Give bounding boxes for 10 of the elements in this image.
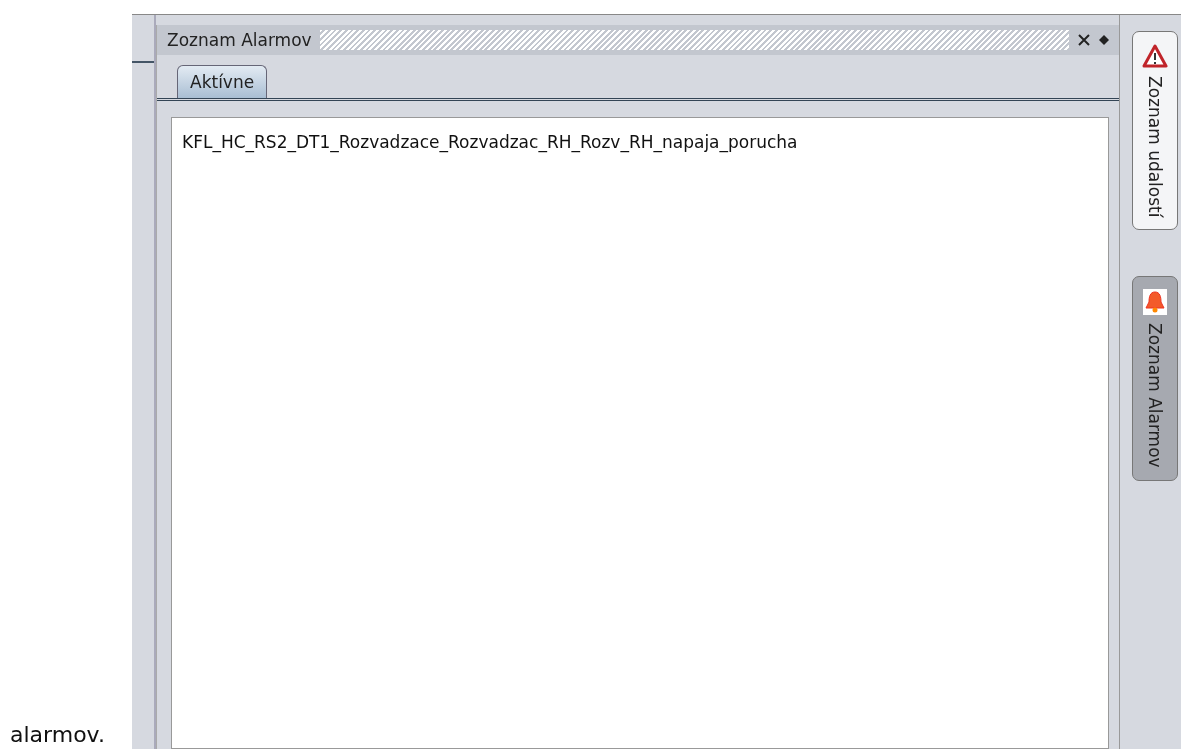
diamond-icon[interactable] [1099, 35, 1109, 45]
close-icon[interactable] [1077, 33, 1091, 47]
side-tab[interactable]: Zoznam Alarmov [1132, 276, 1178, 482]
panel-title: Zoznam Alarmov [167, 30, 312, 50]
tab[interactable]: Aktívne [177, 65, 268, 98]
alarm-item[interactable]: KFL_HC_RS2_DT1_Rozvadzace_Rozvadzac_RH_Rozv_RH_napaja_porucha [182, 128, 1098, 156]
warning-icon [1142, 44, 1168, 68]
bell-icon [1143, 289, 1167, 316]
caption-text: alarmov. [9, 722, 105, 747]
side-tab[interactable]: Zoznam udalostí [1132, 31, 1178, 231]
